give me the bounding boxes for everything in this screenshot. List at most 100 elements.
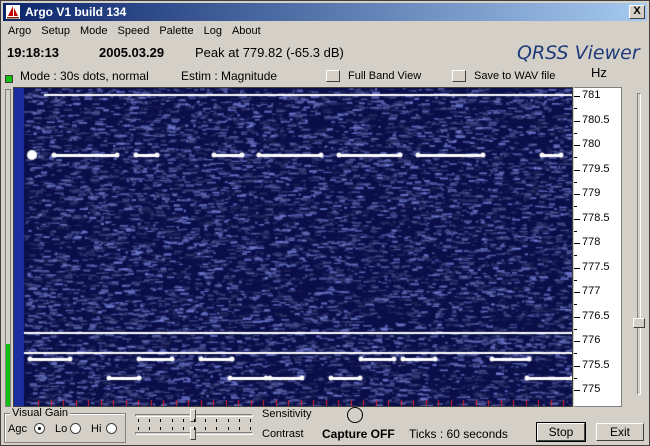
slider-tick bbox=[171, 427, 173, 430]
axis-minor-tick bbox=[574, 206, 577, 208]
lo-label: Lo bbox=[55, 423, 68, 435]
menu-palette[interactable]: Palette bbox=[154, 23, 198, 39]
slider-tick bbox=[205, 419, 207, 422]
axis-tick bbox=[574, 218, 580, 220]
hi-radio[interactable] bbox=[106, 423, 117, 434]
axis-tick bbox=[574, 390, 580, 391]
vertical-slider-track[interactable] bbox=[637, 93, 641, 395]
slider-tick bbox=[194, 419, 195, 422]
slider-tick bbox=[182, 419, 184, 422]
visual-gain-label: Visual Gain bbox=[10, 407, 71, 419]
axis-tick bbox=[574, 169, 580, 171]
sailboat-icon bbox=[6, 5, 20, 19]
slider-tick bbox=[149, 427, 151, 430]
signal-level-bar bbox=[5, 89, 11, 407]
app-window: Argo V1 build 134 X Argo Setup Mode Speed Pa… bbox=[0, 0, 650, 446]
axis-minor-tick bbox=[574, 328, 577, 330]
title-bar[interactable]: Argo V1 build 134 X bbox=[3, 3, 647, 21]
axis-label: 777.5 bbox=[582, 260, 610, 273]
slider-tick bbox=[238, 427, 240, 430]
axis-minor-tick bbox=[574, 377, 577, 379]
axis-tick bbox=[574, 316, 580, 318]
menu-setup[interactable]: Setup bbox=[36, 23, 75, 39]
agc-radio[interactable] bbox=[34, 423, 45, 434]
slider-tick bbox=[227, 419, 229, 422]
slider-tick bbox=[160, 427, 162, 430]
frequency-axis: 781 780.5 780 779.5 779 778.5 778 777.5 777 776.5… bbox=[574, 87, 622, 407]
exit-button[interactable]: Exit bbox=[596, 423, 644, 441]
close-button[interactable]: X bbox=[629, 5, 645, 19]
axis-label: 781 bbox=[582, 89, 601, 101]
axis-minor-tick bbox=[574, 304, 577, 306]
stop-button[interactable]: Stop bbox=[536, 422, 586, 442]
full-band-label: Full Band View bbox=[348, 70, 422, 82]
slider-tick bbox=[160, 419, 162, 422]
status-led bbox=[5, 75, 13, 83]
slider-tick bbox=[250, 419, 251, 422]
slider-tick bbox=[238, 419, 240, 422]
menu-bar: Argo Setup Mode Speed Palette Log About bbox=[3, 23, 647, 41]
brand-logo: QRSS Viewer bbox=[517, 42, 640, 64]
axis-label: 778 bbox=[582, 236, 601, 248]
axis-label: 780.5 bbox=[582, 113, 610, 126]
contrast-slider[interactable] bbox=[135, 427, 253, 440]
axis-tick bbox=[574, 96, 580, 97]
slider-tick bbox=[138, 427, 139, 430]
menu-mode[interactable]: Mode bbox=[75, 23, 113, 39]
clock-time: 19:18:13 bbox=[7, 45, 60, 60]
axis-tick bbox=[574, 365, 580, 367]
axis-tick bbox=[574, 120, 580, 122]
slider-tick bbox=[216, 419, 218, 422]
axis-tick bbox=[574, 243, 580, 244]
ticks-label: Ticks : 60 seconds bbox=[409, 427, 508, 441]
agc-label: Agc bbox=[8, 423, 27, 435]
capture-status: Capture OFF bbox=[322, 427, 395, 441]
peak-readout: Peak at 779.82 (-65.3 dB) bbox=[195, 45, 344, 60]
slider-tick bbox=[227, 427, 229, 430]
slider-tick bbox=[250, 427, 251, 430]
axis-minor-tick bbox=[574, 132, 577, 134]
capture-indicator bbox=[347, 407, 363, 423]
axis-minor-tick bbox=[574, 108, 577, 110]
save-wav-label: Save to WAV file bbox=[474, 70, 556, 82]
axis-label: 778.5 bbox=[582, 211, 610, 224]
menu-speed[interactable]: Speed bbox=[113, 23, 155, 39]
axis-tick bbox=[574, 267, 580, 269]
slider-tick bbox=[138, 419, 139, 422]
axis-minor-tick bbox=[574, 353, 577, 355]
axis-unit: Hz bbox=[591, 65, 607, 80]
slider-tick bbox=[216, 427, 218, 430]
menu-argo[interactable]: Argo bbox=[3, 23, 36, 39]
waterfall-frame[interactable] bbox=[13, 87, 573, 407]
axis-label: 777 bbox=[582, 285, 601, 297]
contrast-thumb[interactable] bbox=[190, 427, 196, 440]
sensitivity-label: Sensitivity bbox=[262, 408, 312, 420]
axis-label: 779 bbox=[582, 187, 601, 199]
sensitivity-thumb[interactable] bbox=[190, 409, 196, 422]
axis-label: 775 bbox=[582, 383, 601, 395]
axis-tick bbox=[574, 145, 580, 146]
slider-tick bbox=[205, 427, 207, 430]
axis-label: 775.5 bbox=[582, 358, 610, 371]
date-display: 2005.03.29 bbox=[99, 45, 165, 60]
lo-radio[interactable] bbox=[70, 423, 81, 434]
full-band-checkbox[interactable] bbox=[326, 70, 340, 82]
axis-label: 779.5 bbox=[582, 162, 610, 175]
axis-label: 780 bbox=[582, 138, 601, 150]
waterfall-display[interactable] bbox=[14, 88, 572, 406]
axis-minor-tick bbox=[574, 255, 577, 257]
save-wav-checkbox[interactable] bbox=[452, 70, 466, 82]
menu-about[interactable]: About bbox=[227, 23, 266, 39]
axis-minor-tick bbox=[574, 157, 577, 159]
axis-tick bbox=[574, 292, 580, 293]
axis-tick bbox=[574, 341, 580, 342]
sensitivity-slider[interactable] bbox=[135, 409, 253, 422]
axis-minor-tick bbox=[574, 279, 577, 281]
vertical-slider-thumb[interactable] bbox=[633, 318, 645, 328]
axis-minor-tick bbox=[574, 181, 577, 183]
axis-label: 776.5 bbox=[582, 309, 610, 322]
axis-minor-tick bbox=[574, 230, 577, 232]
menu-log[interactable]: Log bbox=[199, 23, 227, 39]
slider-tick bbox=[182, 427, 184, 430]
window-title: Argo V1 build 134 bbox=[25, 5, 127, 19]
